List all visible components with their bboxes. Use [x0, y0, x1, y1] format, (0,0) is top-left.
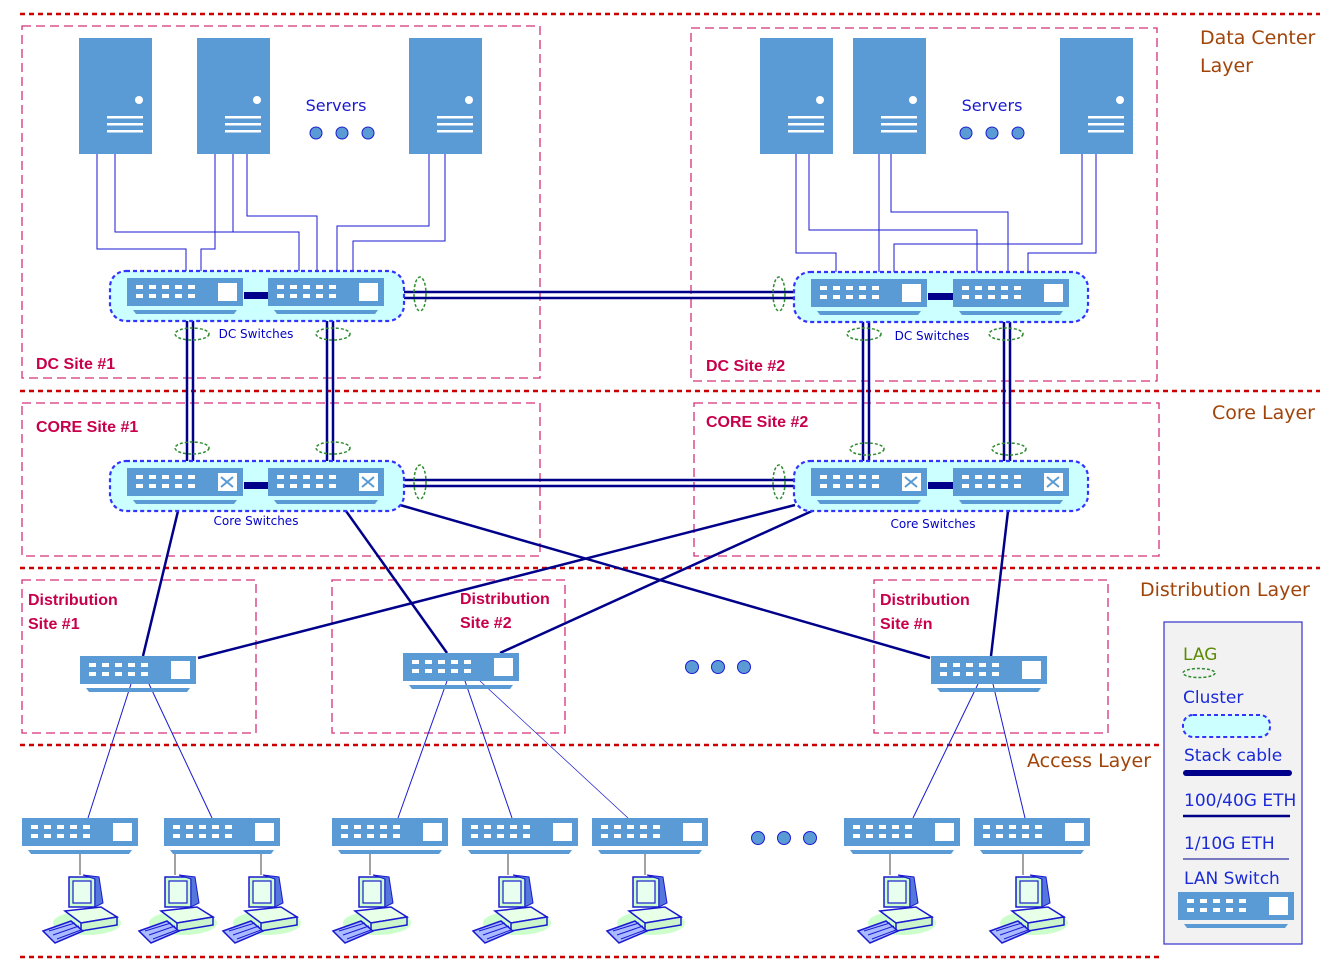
layer-label-distribution: Distribution Layer: [1140, 579, 1310, 601]
stack-cable: [928, 293, 953, 300]
legend-100-40g-label: 100/40G ETH: [1184, 791, 1296, 811]
server: [409, 38, 482, 154]
network-diagram: Servers Servers DC Switches DC Switches …: [20, 12, 1320, 959]
access-switch: [22, 818, 138, 854]
server: [79, 38, 152, 154]
servers-site2: Servers: [760, 38, 1133, 154]
core-switches-label: Core Switches: [891, 517, 976, 531]
site-label-dc2: DC Site #2: [706, 358, 785, 375]
pc-icon: [138, 874, 218, 944]
server: [197, 38, 270, 154]
access-switch: [844, 818, 960, 854]
access-switch: [462, 818, 578, 854]
servers-label: Servers: [306, 96, 367, 115]
legend: LAG Cluster Stack cable 100/40G ETH 1/10…: [1163, 621, 1303, 945]
site-label-dist1: Distribution: [28, 592, 118, 609]
layer-label-data-center-sub: Layer: [1200, 55, 1253, 77]
pc-links: [79, 854, 1024, 875]
site-label-core1: CORE Site #1: [36, 419, 138, 436]
site-label-dist2: Distribution: [460, 591, 550, 608]
dc-cluster-site2: [792, 270, 1090, 324]
server: [853, 38, 926, 154]
servers-label: Servers: [962, 96, 1023, 115]
distribution-switch-site1: [80, 656, 196, 692]
access-switches: [22, 818, 1090, 854]
server-links: [96, 154, 1097, 272]
dc-switches-label: DC Switches: [895, 329, 970, 343]
core-switches-label: Core Switches: [214, 514, 299, 528]
pc-icon: [222, 874, 302, 944]
cluster-symbol: [1182, 714, 1271, 738]
stack-cable: [244, 292, 268, 299]
legend-cluster-label: Cluster: [1183, 688, 1243, 708]
pc-icon: [332, 874, 412, 944]
legend-lag-label: LAG: [1183, 645, 1217, 665]
distribution-switch-siten: [931, 656, 1047, 692]
site-label-core2: CORE Site #2: [706, 414, 808, 431]
layer-label-data-center: Data Center: [1200, 27, 1316, 49]
core-cluster-site1: [108, 459, 406, 513]
access-switch: [592, 818, 708, 854]
access-switch: [332, 818, 448, 854]
dc-switches-label: DC Switches: [219, 327, 294, 341]
dc-cluster-site1: [108, 269, 406, 323]
access-switch: [974, 818, 1090, 854]
legend-1-10g-label: 1/10G ETH: [1184, 834, 1275, 854]
stack-cable: [928, 482, 953, 489]
layer-label-core: Core Layer: [1212, 402, 1315, 424]
ellipsis-dots: [685, 660, 751, 674]
legend-lan-switch-label: LAN Switch: [1184, 869, 1280, 889]
pc-icon: [472, 874, 552, 944]
ellipsis-dots: [309, 126, 375, 140]
servers-site1: Servers: [79, 38, 482, 154]
server: [760, 38, 833, 154]
site-label-dc1: DC Site #1: [36, 356, 115, 373]
pc-icon: [989, 874, 1069, 944]
distribution-switch-site2: [403, 653, 519, 689]
server: [1060, 38, 1133, 154]
site-label-dist1-sub: Site #1: [28, 616, 80, 633]
ellipsis-dots: [751, 831, 817, 845]
pc-icon: [42, 874, 122, 944]
ellipsis-dots: [959, 126, 1025, 140]
legend-stack-cable-label: Stack cable: [1184, 746, 1282, 766]
access-links: [87, 680, 1026, 819]
access-switch: [164, 818, 280, 854]
workstations: [42, 874, 1069, 944]
site-label-distn-sub: Site #n: [880, 616, 932, 633]
site-label-distn: Distribution: [880, 592, 970, 609]
pc-icon: [857, 874, 937, 944]
pc-icon: [606, 874, 686, 944]
stack-cable: [244, 482, 268, 489]
layer-label-access: Access Layer: [1027, 750, 1151, 772]
core-cluster-site2: [792, 459, 1090, 513]
site-label-dist2-sub: Site #2: [460, 615, 512, 632]
